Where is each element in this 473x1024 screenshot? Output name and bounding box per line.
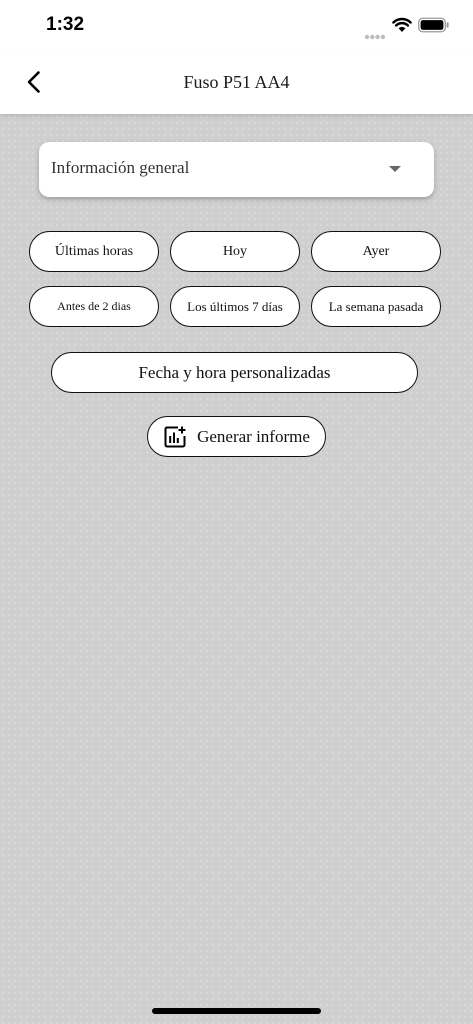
generate-report-label: Generar informe [197,426,310,446]
status-bar: 1:32 [0,0,473,54]
triangle-down-icon [389,166,401,172]
navigation-bar: Fuso P51 AA4 [0,54,473,114]
battery-icon [418,17,450,33]
chart-plus-icon [163,425,187,449]
range-button-last-7-days[interactable]: Los últimos 7 días [170,286,300,327]
wifi-icon [392,17,412,33]
home-indicator[interactable] [152,1008,321,1014]
custom-datetime-button[interactable]: Fecha y hora personalizadas [51,352,418,393]
generate-report-button[interactable]: Generar informe [147,416,326,457]
range-button-today[interactable]: Hoy [170,231,300,272]
page-title: Fuso P51 AA4 [183,72,290,92]
status-time: 1:32 [46,14,85,35]
range-button-last-week[interactable]: La semana pasada [311,286,441,327]
dropdown-selected-value: Información general [51,158,190,177]
range-button-yesterday[interactable]: Ayer [311,231,441,272]
range-button-last-hours[interactable]: Últimas horas [29,231,159,272]
report-type-dropdown[interactable]: Información general [39,142,434,197]
cellular-signal-icon [364,27,386,40]
range-button-two-days-ago[interactable]: Antes de 2 dias [29,286,159,327]
